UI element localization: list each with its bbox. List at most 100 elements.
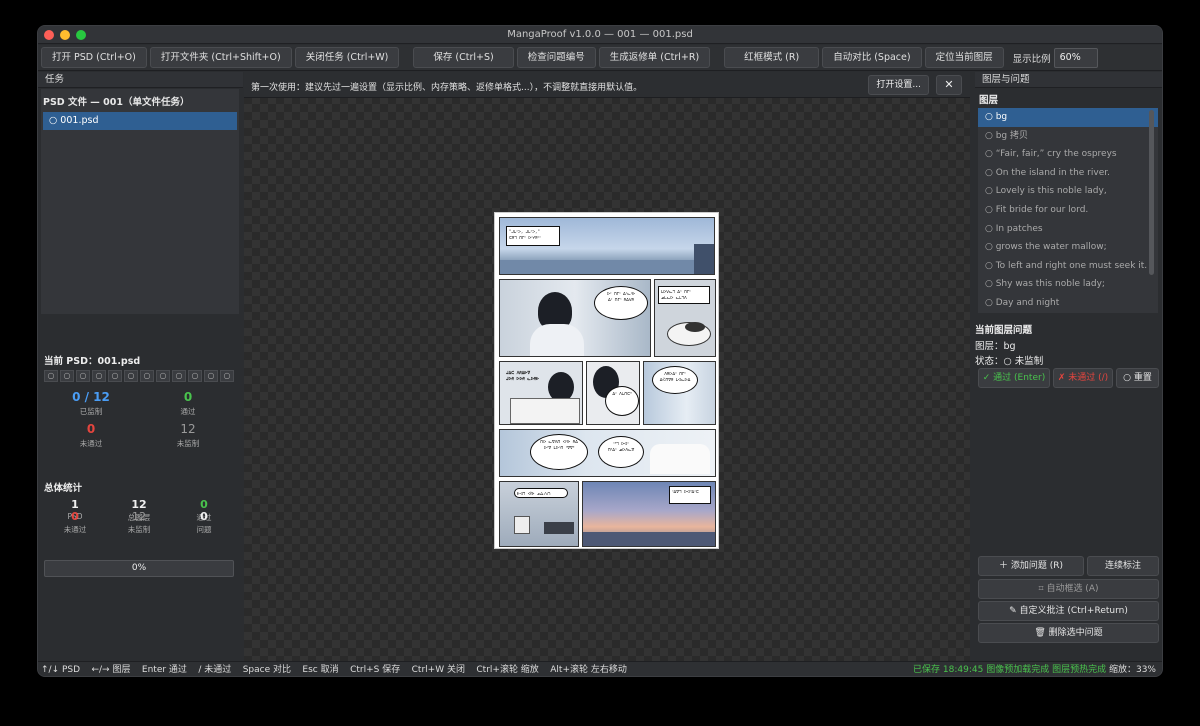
- manga-panel: ᐈᐊᖻ ᐊᐣᐈ ᓄᐃᐱᑎ: [499, 481, 579, 547]
- status-dot[interactable]: ○: [156, 370, 170, 382]
- stat-pass: 0 通过: [143, 390, 233, 417]
- layer-list-scrollbar[interactable]: [1149, 110, 1154, 275]
- speech-box: "ᒍᖺᐢᐳ, ᒍᖺᐢᐳ," ᑕᖇᖻ ᑎᒥᐢ ᐅᐢᓯᖇᐣᐢ: [506, 226, 560, 246]
- window-controls: [44, 30, 86, 40]
- saved-status: 已保存 18:49:45: [913, 665, 984, 675]
- generate-sheet-button[interactable]: 生成返修单 (Ctrl+R): [598, 47, 711, 68]
- save-button[interactable]: 保存 (Ctrl+S): [413, 47, 514, 68]
- left-panel: 任务 PSD 文件 — 001（单文件任务） ○ 001.psd ⋮ 当前 PS…: [38, 72, 250, 661]
- layer-item[interactable]: ○ Lovely is this noble lady,: [978, 182, 1158, 201]
- auto-select-button[interactable]: ⌗ 自动框选 (A): [978, 579, 1159, 599]
- stat-label: 问题: [196, 525, 212, 534]
- layer-item[interactable]: ○ bg 拷贝: [978, 127, 1158, 146]
- phone: [544, 522, 574, 534]
- close-notice-button[interactable]: ✕: [936, 75, 962, 95]
- manga-panel: ᒪᐅᐯᓚᖻ ᐃᐢ ᑎᒥᐢ ᓄᖺᓚᐅ ᓚᖺᖻᐱ: [654, 279, 716, 357]
- manga-panel: ᐅᐣ ᑎᒥᐢ ᐃᐢᓚᐣᐈ ᐃᐣ ᑎᒥᐢ ᖇᐃᐯᖇ: [499, 279, 651, 357]
- speech-bubble: ᐅᐣ ᑎᒥᐢ ᐃᐢᓚᐣᐈ ᐃᐣ ᑎᒥᐢ ᖇᐃᐯᖇ: [594, 286, 648, 320]
- manga-panel: "ᒍᖺᐢᐳ, ᒍᖺᐢᐳ," ᑕᖇᖻ ᑎᒥᐢ ᐅᐢᓯᖇᐣᐢ: [499, 217, 715, 275]
- shortcut-hints: ↑/↓ PSD ←/→ 图层 Enter 通过 / 未通过 Space 对比 E…: [41, 665, 627, 675]
- caption: ᒍᐃᑕ ᐱᖇᐃᐈᐁ ᒍᐅᖇ ᐅᐅᖇ ᓚᐅᖇᐈ: [506, 370, 540, 381]
- toolbar: 打开 PSD (Ctrl+O) 打开文件夹 (Ctrl+Shift+O) 关闭任…: [38, 45, 1162, 71]
- locate-layer-button[interactable]: 定位当前图层: [924, 47, 1004, 68]
- layer-item[interactable]: ○ grows the water mallow;: [978, 238, 1158, 257]
- layer-item[interactable]: ○ To left and right one must seek it.: [978, 257, 1158, 276]
- notice-text: 第一次使用：建议先过一遍设置（显示比例、内存策略、返修单格式...），不调整就直…: [251, 83, 643, 93]
- layer-item[interactable]: ○ “Fair, fair,” cry the ospreys: [978, 145, 1158, 164]
- layer-item[interactable]: ○ Fit bride for our lord.: [978, 201, 1158, 220]
- stat-reviewed: 0 / 12 已监制: [46, 390, 136, 417]
- open-folder-button[interactable]: 打开文件夹 (Ctrl+Shift+O): [149, 47, 292, 68]
- manga-panel: ᐱᖇᐅᐃᐢ ᑎᒥᐢ ᐃᐹᑎᐁᖇ ᒪᐊᓚᐅᐃ: [643, 361, 716, 425]
- status-dot[interactable]: ○: [220, 370, 234, 382]
- minimize-window-icon[interactable]: [60, 30, 70, 40]
- task-list: PSD 文件 — 001（单文件任务） ○ 001.psd: [41, 89, 239, 314]
- current-layer-name: 图层：bg: [975, 341, 1016, 352]
- check-numbers-button[interactable]: 检查问题编号: [516, 47, 596, 68]
- stat-label: 未通过: [63, 525, 87, 534]
- fail-button[interactable]: ✗ 未通过 (/): [1053, 368, 1113, 388]
- zoom-label: 显示比例: [1012, 53, 1051, 65]
- preload-status: 图像预加载完成: [986, 665, 1050, 675]
- open-settings-button[interactable]: 打开设置...: [868, 75, 929, 95]
- current-layer-status: 状态：○ 未监制: [975, 356, 1044, 367]
- status-right: 已保存 18:49:45 图像预加载完成 图层预热完成 缩放：33%: [913, 662, 1156, 676]
- status-dot[interactable]: ○: [60, 370, 74, 382]
- layer-item[interactable]: ○ Day and night: [978, 294, 1158, 313]
- layer-item[interactable]: ○ bg: [978, 108, 1158, 127]
- speech-box: ᒪᐅᐯᓚᖻ ᐃᐢ ᑎᒥᐢ ᓄᖺᓚᐅ ᓚᖺᖻᐱ: [658, 286, 710, 304]
- layer-item[interactable]: ○ In patches: [978, 220, 1158, 239]
- speech-bubble: ᐢᐦᖻ ᐅᐊᐢ ᑎᐦᐃᐢ ᓄᐅᐱᓚᐁ: [598, 436, 644, 468]
- speech-bubble: ᐃᐣ ᐱᖺᑎᑕᐦ: [605, 386, 639, 416]
- stat-label: 未通过: [79, 439, 103, 448]
- character-body: [530, 324, 584, 356]
- status-dot[interactable]: ○: [44, 370, 58, 382]
- stat-value: 0: [183, 390, 193, 404]
- status-dot[interactable]: ○: [172, 370, 186, 382]
- custom-note-button[interactable]: ✎ 自定义批注 (Ctrl+Return): [978, 601, 1159, 621]
- manga-page-preview: "ᒍᖺᐢᐳ, ᒍᖺᐢᐳ," ᑕᖇᖻ ᑎᒥᐢ ᐅᐢᓯᖇᐣᐢ ᐅᐣ ᑎᒥᐢ ᐃᐢᓚᐣᐈ…: [494, 212, 719, 549]
- close-window-icon[interactable]: [44, 30, 54, 40]
- layers-label: 图层: [979, 95, 999, 106]
- layer-item[interactable]: ○ On the island in the river.: [978, 164, 1158, 183]
- auto-compare-button[interactable]: 自动对比 (Space): [822, 47, 922, 68]
- manga-panel: ᑎᐅ ᓚᐁᐱᑎ ᐊᐣᐈ ᖇᐃ ᐅᐣᐁ ᒪᐅᐢᑎ ᐢᐁᐁᐦ ᐢᐦᖻ ᐅᐊᐢ ᑎᐦᐃᐢ …: [499, 429, 716, 477]
- layer-list: ○ bg ○ bg 拷贝 ○ “Fair, fair,” cry the osp…: [978, 108, 1158, 313]
- tasks-header: 任务: [38, 72, 243, 88]
- delete-issue-button[interactable]: 🗑 删除选中问题: [978, 623, 1159, 643]
- status-dot[interactable]: ○: [92, 370, 106, 382]
- red-frame-mode-button[interactable]: 红框模式 (R): [724, 47, 820, 68]
- stat-value: 0 / 12: [72, 390, 110, 404]
- layers-issues-header: 图层与问题: [975, 72, 1162, 88]
- task-item[interactable]: ○ 001.psd: [43, 112, 237, 130]
- task-title: PSD 文件 — 001（单文件任务）: [43, 97, 190, 108]
- status-dot[interactable]: ○: [108, 370, 122, 382]
- canvas-area[interactable]: 第一次使用：建议先过一遍设置（显示比例、内存策略、返修单格式...），不调整就直…: [244, 72, 970, 661]
- manga-panel: ᐃᐣ ᐱᖺᑎᑕᐦ: [586, 361, 640, 425]
- status-dot[interactable]: ○: [76, 370, 90, 382]
- character-arm: [650, 444, 710, 474]
- layer-preheat-status: 图层预热完成: [1052, 665, 1107, 675]
- speech-box: ᐈᐊᖻ ᐊᐣᐈ ᓄᐃᐱᑎ: [514, 488, 568, 498]
- tree-silhouette: [694, 244, 714, 274]
- status-dot[interactable]: ○: [140, 370, 154, 382]
- open-psd-button[interactable]: 打开 PSD (Ctrl+O): [41, 47, 147, 68]
- status-bar: ↑/↓ PSD ←/→ 图层 Enter 通过 / 未通过 Space 对比 E…: [38, 661, 1162, 676]
- pass-button[interactable]: ✓ 通过 (Enter): [978, 368, 1050, 388]
- continuous-mark-button[interactable]: 连续标注: [1087, 556, 1159, 576]
- zoom-input[interactable]: 60%: [1053, 47, 1098, 68]
- add-issue-button[interactable]: ＋ 添加问题 (R): [978, 556, 1084, 576]
- status-dot[interactable]: ○: [188, 370, 202, 382]
- maximize-window-icon[interactable]: [76, 30, 86, 40]
- status-dot[interactable]: ○: [124, 370, 138, 382]
- speech-bubble: ᐱᖇᐅᐃᐢ ᑎᒥᐢ ᐃᐹᑎᐁᖇ ᒪᐊᓚᐅᐃ: [652, 366, 698, 394]
- stat-value: 0: [86, 422, 96, 436]
- layer-item[interactable]: ○ Shy was this noble lady;: [978, 275, 1158, 294]
- close-task-button[interactable]: 关闭任务 (Ctrl+W): [294, 47, 400, 68]
- status-dot[interactable]: ○: [204, 370, 218, 382]
- stat-label: 未监制: [176, 439, 200, 448]
- manga-panel: ᐢᐃᐁᖻ ᐅᐊᐦᐃᐣᑕ: [582, 481, 716, 547]
- stat-value: 0: [71, 510, 79, 523]
- zoom-status: 缩放：33%: [1108, 665, 1156, 675]
- reset-button[interactable]: ○ 重置: [1116, 368, 1159, 388]
